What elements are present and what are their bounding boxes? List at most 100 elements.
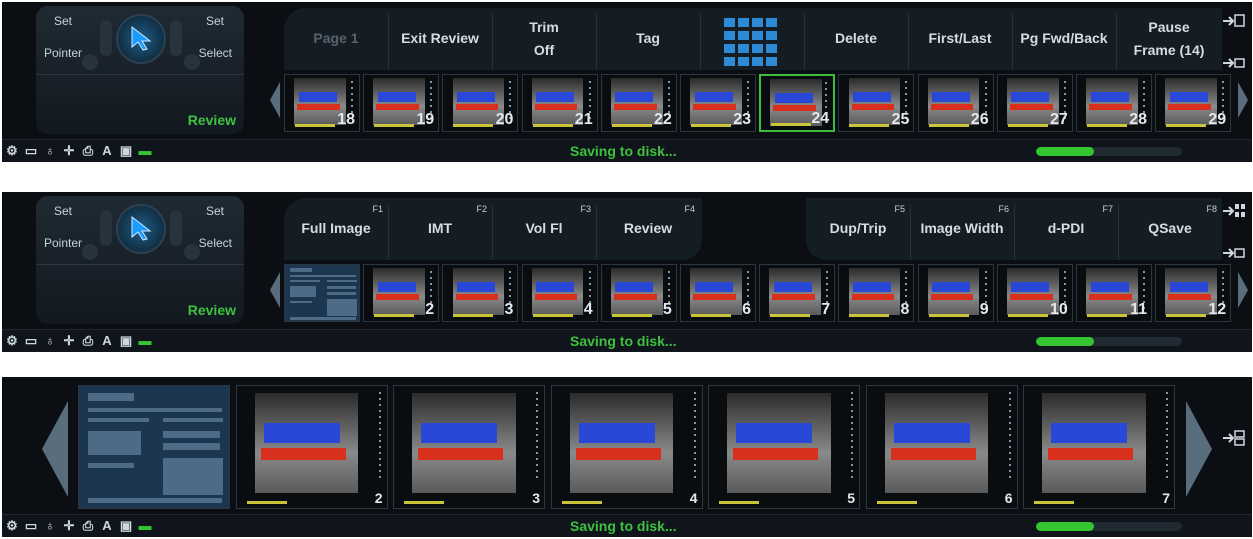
printer-icon[interactable]: ⎙ (80, 518, 96, 534)
trackball-control[interactable]: Set Set Pointer Select Review (36, 6, 244, 134)
image-thumbnail[interactable]: 19 (363, 74, 440, 132)
text-a-icon[interactable]: A (99, 333, 115, 349)
image-thumbnail[interactable]: 3 (393, 385, 545, 509)
probe-icon[interactable]: ♁ (42, 333, 58, 349)
image-thumbnail[interactable]: 4 (550, 385, 703, 509)
imt-key[interactable]: F2 IMT (388, 204, 493, 260)
media-icon[interactable]: ▣ (118, 518, 134, 534)
probe-icon[interactable]: ♁ (42, 143, 58, 159)
image-thumbnail[interactable]: 5 (600, 264, 677, 322)
image-thumbnail[interactable]: 11 (1076, 264, 1152, 322)
image-thumbnail[interactable]: 2 (235, 385, 388, 509)
image-thumbnail[interactable]: 28 (1076, 74, 1152, 132)
probe-icon[interactable]: ♁ (42, 518, 58, 534)
page-key[interactable]: Page 1 (284, 14, 389, 70)
gear-icon[interactable]: ⚙ (4, 143, 20, 159)
right-button[interactable] (170, 210, 182, 246)
printer-icon[interactable]: ⎙ (80, 333, 96, 349)
large-prev-arrow[interactable] (42, 401, 68, 497)
crosshair-icon[interactable]: ✛ (61, 518, 77, 534)
ultrasound-image (727, 393, 831, 493)
image-thumbnail[interactable]: 24 (759, 74, 836, 132)
d-pdi-key[interactable]: F7 d-PDI (1014, 204, 1119, 260)
report-field (289, 268, 313, 272)
ultrasound-image (927, 268, 980, 315)
thumbnail-number: 26 (970, 111, 989, 128)
image-thumbnail[interactable]: 20 (442, 74, 519, 132)
crosshair-icon[interactable]: ✛ (61, 333, 77, 349)
image-thumbnail[interactable]: 23 (680, 74, 756, 132)
first-last-key[interactable]: First/Last (908, 14, 1013, 70)
pause-frame-key[interactable]: Pause Frame (14) (1116, 14, 1222, 70)
image-thumbnail[interactable]: 25 (838, 74, 915, 132)
image-thumbnail[interactable]: 12 (1155, 264, 1232, 322)
thumb-prev-arrow[interactable] (270, 272, 280, 308)
pointer-knob[interactable] (116, 14, 166, 64)
dup-trip-key[interactable]: F5 Dup/Trip (806, 204, 911, 260)
image-thumbnail[interactable]: 27 (996, 74, 1073, 132)
report-thumbnail[interactable] (78, 385, 230, 509)
trim-key[interactable]: Trim Off (492, 14, 597, 70)
image-thumbnail[interactable]: 8 (838, 264, 915, 322)
printer-icon[interactable]: ⎙ (80, 143, 96, 159)
folder-icon[interactable]: ▭ (23, 333, 39, 349)
doppler-flow-red (1089, 104, 1132, 110)
image-width-key[interactable]: F6 Image Width (910, 204, 1015, 260)
image-thumbnail[interactable]: 6 (865, 385, 1018, 509)
thumb-next-arrow[interactable] (1238, 82, 1248, 118)
battery-icon[interactable]: ▬ (137, 518, 153, 534)
layout-grid-key[interactable] (700, 14, 805, 70)
gear-icon[interactable]: ⚙ (4, 333, 20, 349)
pointer-knob[interactable] (116, 204, 166, 254)
folder-icon[interactable]: ▭ (23, 518, 39, 534)
review-key[interactable]: F4 Review (596, 204, 700, 260)
expand-icon[interactable] (1222, 12, 1246, 30)
trackball-control[interactable]: Set Set Pointer Select Review (36, 196, 244, 324)
image-thumbnail[interactable]: 4 (521, 264, 598, 322)
image-thumbnail[interactable]: 3 (442, 264, 519, 322)
thumb-next-arrow[interactable] (1238, 272, 1248, 308)
vol-fl-key[interactable]: F3 Vol Fl (492, 204, 597, 260)
collapse-icon[interactable] (1222, 244, 1246, 262)
image-thumbnail[interactable]: 18 (284, 74, 360, 132)
image-thumbnail[interactable]: 2 (363, 264, 440, 322)
media-icon[interactable]: ▣ (118, 143, 134, 159)
exit-review-key[interactable]: Exit Review (388, 14, 493, 70)
battery-icon[interactable]: ▬ (137, 333, 153, 349)
tag-key[interactable]: Tag (596, 14, 701, 70)
image-thumbnail[interactable]: 9 (917, 264, 994, 322)
image-thumbnail[interactable]: 5 (708, 385, 860, 509)
image-thumbnail[interactable]: 6 (680, 264, 756, 322)
thumb-prev-arrow[interactable] (270, 82, 280, 118)
media-icon[interactable]: ▣ (118, 333, 134, 349)
full-image-key[interactable]: F1 Full Image (284, 204, 389, 260)
right-button[interactable] (170, 20, 182, 56)
text-a-icon[interactable]: A (99, 143, 115, 159)
layout-toggle-icon[interactable] (1222, 429, 1246, 447)
left-button[interactable] (100, 210, 112, 246)
image-thumbnail[interactable]: 10 (996, 264, 1073, 322)
gear-icon[interactable]: ⚙ (4, 518, 20, 534)
layout-toggle-icon[interactable] (1222, 202, 1246, 220)
text-a-icon[interactable]: A (99, 518, 115, 534)
large-next-arrow[interactable] (1186, 401, 1212, 497)
battery-icon[interactable]: ▬ (137, 143, 153, 159)
image-thumbnail[interactable]: 29 (1155, 74, 1232, 132)
left-button[interactable] (100, 20, 112, 56)
collapse-icon[interactable] (1222, 54, 1246, 72)
f1-label: F1 (372, 204, 383, 214)
qsave-key[interactable]: F8 QSave (1118, 204, 1222, 260)
image-thumbnail[interactable]: 7 (1023, 385, 1175, 509)
folder-icon[interactable]: ▭ (23, 143, 39, 159)
image-caption (770, 314, 811, 317)
doppler-flow-blue (1169, 92, 1208, 102)
image-thumbnail[interactable]: 22 (600, 74, 677, 132)
image-thumbnail[interactable]: 21 (521, 74, 598, 132)
pg-fwd-back-key[interactable]: Pg Fwd/Back (1012, 14, 1117, 70)
crosshair-icon[interactable]: ✛ (61, 143, 77, 159)
image-thumbnail[interactable]: 7 (759, 264, 836, 322)
report-thumbnail[interactable] (284, 264, 360, 322)
image-thumbnail[interactable]: 26 (917, 74, 994, 132)
image-caption (691, 124, 731, 127)
delete-key[interactable]: Delete (804, 14, 909, 70)
